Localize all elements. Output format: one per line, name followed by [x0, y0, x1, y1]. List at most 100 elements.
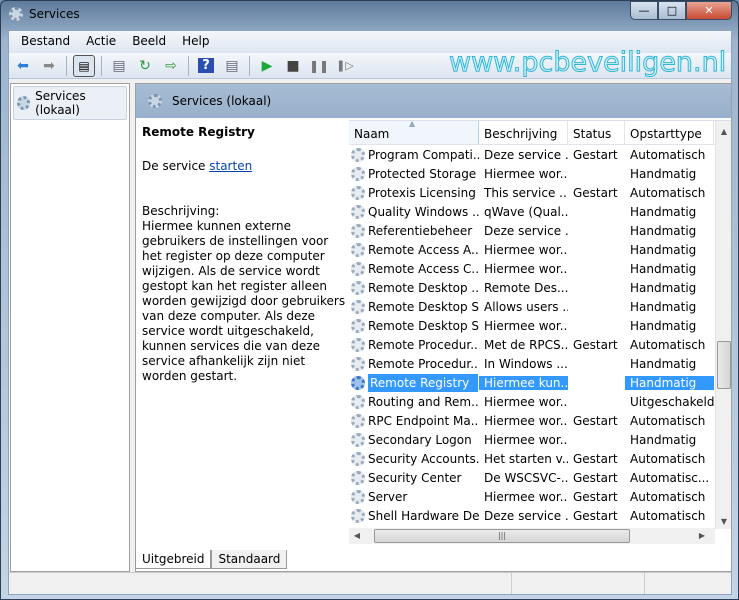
export-list-icon[interactable]: ⇨	[160, 55, 182, 77]
description-cell: Remote Des...	[484, 280, 568, 295]
gear-icon	[17, 96, 31, 110]
service-gear-icon	[351, 489, 365, 504]
help-icon[interactable]: ?	[195, 55, 217, 77]
table-row[interactable]: Remote Procedur... Met de RPCS... Gestart A…	[349, 335, 731, 354]
stop-service-icon[interactable]: ■	[282, 55, 304, 77]
description-label: Beschrijving:	[142, 204, 220, 218]
sort-ascending-icon: ▲	[409, 119, 416, 128]
description-cell: Hiermee wor...	[484, 489, 568, 504]
table-row[interactable]: Remote Desktop S... Hiermee wor... Handmat…	[349, 316, 731, 335]
table-row[interactable]: Remote Procedur... In Windows ... Handmati…	[349, 354, 731, 373]
start-service-link[interactable]: starten	[209, 159, 252, 173]
table-row[interactable]: Remote Desktop S... Allows users ... Handm…	[349, 297, 731, 316]
table-row[interactable]: Routing and Rem... Hiermee wor... Uitgesch…	[349, 392, 731, 411]
table-row[interactable]: Remote Registry Hiermee kun... Handmatig	[349, 373, 731, 392]
vertical-scrollbar[interactable]: ▲ ▼	[715, 121, 731, 529]
table-row[interactable]: Server Hiermee wor... Gestart Automatisch	[349, 487, 731, 506]
forward-icon[interactable]: ➡	[38, 55, 60, 77]
service-name-cell: Remote Registry	[349, 373, 479, 392]
service-gear-icon	[351, 356, 365, 371]
start-service-icon[interactable]: ▶	[256, 55, 278, 77]
scroll-down-icon[interactable]: ▼	[716, 517, 732, 526]
table-row[interactable]: RPC Endpoint Ma... Hiermee wor... Gestart A…	[349, 411, 731, 430]
service-gear-icon	[351, 185, 365, 200]
tab-standaard[interactable]: Standaard	[211, 550, 288, 569]
service-name-cell: Security Accounts...	[349, 451, 479, 466]
scroll-left-icon[interactable]: ◀	[349, 531, 365, 540]
horizontal-scroll-thumb[interactable]: |||	[374, 529, 630, 543]
service-name-cell: Security Center	[349, 470, 479, 485]
table-row[interactable]: Remote Desktop ... Remote Des... Handmatig	[349, 278, 731, 297]
close-button[interactable]: ✕	[686, 1, 732, 20]
show-action-pane-icon[interactable]: ▤	[221, 55, 243, 77]
services-pane: Services (lokaal) Remote Registry De ser…	[135, 83, 732, 572]
service-gear-icon	[351, 337, 365, 352]
table-row[interactable]: Secondary Logon Hiermee wor... Handmatig	[349, 430, 731, 449]
service-name-cell: Remote Procedur...	[349, 337, 479, 352]
gear-icon	[148, 94, 162, 108]
list-header: ▲ Naam Beschrijving Status Opstarttype	[349, 119, 731, 145]
column-naam[interactable]: ▲ Naam	[349, 119, 479, 144]
refresh-icon[interactable]: ↻	[134, 55, 156, 77]
back-icon[interactable]: ⬅	[12, 55, 34, 77]
table-row[interactable]: Security Center De WSCSVC-... Gestart Autom…	[349, 468, 731, 487]
maximize-button[interactable]: □	[658, 1, 686, 20]
table-row[interactable]: Referentiebeheer Deze service ... Handmati…	[349, 221, 731, 240]
table-row[interactable]: Security Accounts... Het starten v... Gest…	[349, 449, 731, 468]
pause-service-icon[interactable]: ❚❚	[308, 55, 330, 77]
service-description: Hiermee kunnen externe gebruikers de ins…	[142, 219, 346, 383]
tree-item-services-local[interactable]: Services (lokaal)	[13, 86, 127, 120]
startup-type-cell: Handmatig	[630, 261, 697, 276]
startup-type-cell: Handmatig	[630, 204, 697, 219]
status-cell: Gestart	[573, 337, 618, 352]
table-row[interactable]: Protected Storage Hiermee wor... Handmatig	[349, 164, 731, 183]
startup-type-cell: Handmatig	[630, 318, 697, 333]
table-row[interactable]: Protexis Licensing ... This service ... Ge…	[349, 183, 731, 202]
menu-actie[interactable]: Actie	[78, 31, 124, 53]
service-gear-icon	[351, 299, 365, 314]
startup-type-cell: Handmatig	[630, 166, 697, 181]
description-cell: Hiermee wor...	[484, 432, 568, 447]
menu-bestand[interactable]: Bestand	[13, 31, 78, 53]
minimize-button[interactable]: —	[630, 1, 658, 20]
scroll-right-icon[interactable]: ▶	[694, 531, 710, 540]
table-row[interactable]: Quality Windows ... qWave (Qual... Handmat…	[349, 202, 731, 221]
column-beschrijving[interactable]: Beschrijving	[479, 121, 568, 144]
properties-icon[interactable]: ▤	[108, 55, 130, 77]
table-row[interactable]: Remote Access A... Hiermee wor... Handmati…	[349, 240, 731, 259]
service-name: Remote Registry	[142, 125, 255, 139]
column-status[interactable]: Status	[568, 121, 625, 144]
menu-help[interactable]: Help	[174, 31, 217, 53]
vertical-scroll-thumb[interactable]	[717, 341, 731, 389]
table-row[interactable]: Program Compati... Deze service ... Gestar…	[349, 145, 731, 164]
startup-type-cell: Handmatig	[630, 356, 697, 371]
startup-type-cell: Uitgeschakeld	[630, 394, 714, 409]
show-hide-console-tree-icon[interactable]: ▤	[73, 54, 95, 77]
table-row[interactable]: Remote Access C... Hiermee wor... Handmati…	[349, 259, 731, 278]
status-cell: Gestart	[573, 147, 618, 162]
startup-type-cell: Handmatig	[630, 280, 697, 295]
menu-beeld[interactable]: Beeld	[124, 31, 174, 53]
table-row[interactable]: Shell Hardware De... Deze service ... Gest…	[349, 506, 731, 525]
service-gear-icon	[351, 508, 365, 523]
service-name-cell: Remote Desktop S...	[349, 299, 479, 314]
startup-type-cell: Automatisch	[630, 185, 706, 200]
service-gear-icon	[351, 242, 365, 257]
column-opstarttype[interactable]: Opstarttype	[625, 121, 714, 144]
service-name-cell: Quality Windows ...	[349, 204, 479, 219]
service-gear-icon	[351, 318, 365, 333]
service-gear-icon	[351, 223, 365, 238]
horizontal-scrollbar[interactable]: ◀ ||| ▶	[349, 528, 715, 544]
scroll-up-icon[interactable]: ▲	[716, 127, 732, 136]
pane-header: Services (lokaal)	[136, 84, 731, 118]
service-gear-icon	[351, 204, 365, 219]
service-name-cell: Program Compati...	[349, 147, 479, 162]
description-cell: Met de RPCS...	[484, 337, 568, 352]
service-gear-icon	[351, 166, 365, 181]
services-gear-icon	[9, 7, 23, 21]
tab-uitgebreid[interactable]: Uitgebreid	[135, 550, 212, 569]
description-cell: Deze service ...	[484, 147, 568, 162]
description-cell: Deze service ...	[484, 223, 568, 238]
restart-service-icon[interactable]: ❚▷	[334, 55, 356, 77]
startup-type-cell: Automatisch	[630, 451, 706, 466]
